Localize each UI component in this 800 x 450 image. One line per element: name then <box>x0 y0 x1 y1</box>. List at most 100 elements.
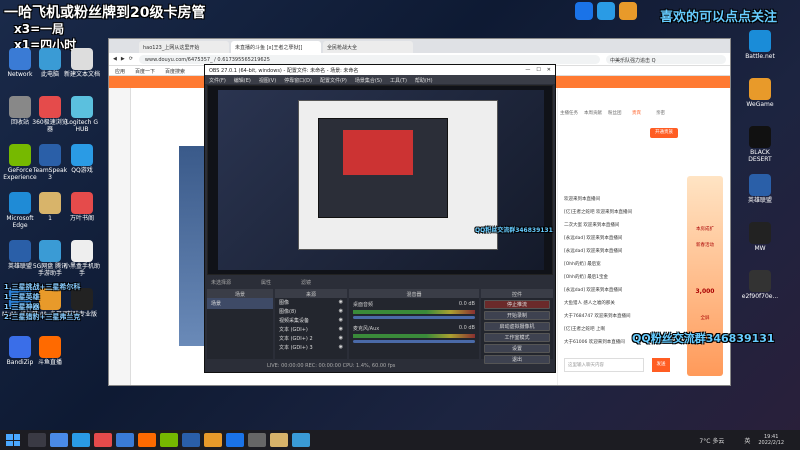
weather-status[interactable]: 7°C 多云 <box>699 436 724 445</box>
taskbar-app-icon[interactable] <box>28 433 46 447</box>
desktop-icon[interactable]: Logitech G HUB <box>62 96 102 133</box>
app-icon <box>749 222 771 244</box>
taskbar-app-icon[interactable] <box>50 433 68 447</box>
maximize-icon[interactable]: ☐ <box>536 67 540 73</box>
desktop-icon[interactable]: 英雄联盟 <box>740 174 780 205</box>
forward-icon[interactable]: ▶ <box>121 56 125 62</box>
app-icon <box>9 240 31 262</box>
ad-banner[interactable]: 本房成扩 新春活动 3,000 全屏 <box>687 176 723 376</box>
volume-slider[interactable] <box>353 316 475 319</box>
url-input[interactable]: www.douyu.com/6475357_ / 0.6173955652196… <box>138 54 600 64</box>
eye-icon[interactable]: ◉ <box>339 317 343 324</box>
browser-tab[interactable]: 全民枪战大全 <box>323 41 413 53</box>
app-icon <box>9 192 31 214</box>
app-icon <box>71 96 93 118</box>
menu-item[interactable]: 视图(V) <box>259 77 276 84</box>
desktop-icon-label: QQ游戏 <box>71 167 93 174</box>
eye-icon[interactable]: ◉ <box>339 344 343 351</box>
menu-item[interactable]: 文件(F) <box>209 77 226 84</box>
start-icon[interactable] <box>6 434 20 446</box>
overlay-qq-right: QQ粉丝交流群346839131 <box>632 332 775 345</box>
volume-meter <box>353 310 475 314</box>
back-icon[interactable]: ◀ <box>113 56 117 62</box>
menu-item[interactable]: 配置文件(P) <box>320 77 347 84</box>
volume-slider[interactable] <box>353 340 475 343</box>
reload-icon[interactable]: ⟳ <box>129 56 133 62</box>
taskbar-app-icon[interactable] <box>94 433 112 447</box>
desktop-icon[interactable]: QQ游戏 <box>62 144 102 175</box>
source-item[interactable]: 文本 (GDI+) ◉ <box>275 325 347 334</box>
browser-tab[interactable]: hao123_上网从这里开始 <box>139 41 229 53</box>
eye-icon[interactable]: ◉ <box>339 335 343 342</box>
desktop-icon[interactable]: Battle.net <box>740 30 780 61</box>
right-tab[interactable]: 亲密 <box>656 110 678 116</box>
rule-line: 1.三星挑战+三星希尔科 <box>4 283 81 291</box>
source-label: 图像 <box>279 300 290 306</box>
app-icon[interactable] <box>619 2 637 20</box>
desktop-icon[interactable]: MW <box>740 222 780 253</box>
control-button[interactable]: 设置 <box>484 344 550 353</box>
desktop-icon[interactable]: BLACK DESERT <box>740 126 780 163</box>
source-item[interactable]: 图像(8) ◉ <box>275 307 347 316</box>
scene-item[interactable]: 场景 <box>207 298 273 309</box>
taskbar-app-icon[interactable] <box>270 433 288 447</box>
taskbar-app-icon[interactable] <box>226 433 244 447</box>
menu-item[interactable]: 工具(T) <box>390 77 407 84</box>
menu-item[interactable]: 场景集合(S) <box>355 77 382 84</box>
taskbar-app-icon[interactable] <box>116 433 134 447</box>
app-icon[interactable] <box>597 2 615 20</box>
chat-input[interactable]: 这里输入聊天内容 <box>564 358 644 372</box>
eye-icon[interactable]: ◉ <box>339 326 343 333</box>
taskbar-app-icon[interactable] <box>204 433 222 447</box>
desktop-icon[interactable]: 新建文本文档 <box>62 48 102 79</box>
source-item[interactable]: 文本 (GDI+) 2 ◉ <box>275 334 347 343</box>
taskbar-app-icon[interactable] <box>248 433 266 447</box>
browser-tab-active[interactable]: 未直播的斗鱼 [x]王者之孽狱[] <box>231 41 321 53</box>
open-noble-button[interactable]: 开通贵族 <box>650 128 678 138</box>
rules-overlay: 1.三星挑战+三星希尔科 1.三星英雄 1.三星神器 2.三星猎豹+三星弗兰克 <box>4 282 114 322</box>
left-sidebar <box>109 88 131 385</box>
bookmark-item[interactable]: 应用 <box>115 68 125 75</box>
menu-item[interactable]: 编辑(E) <box>234 77 251 84</box>
eye-icon[interactable]: ◉ <box>339 299 343 306</box>
desktop-icon[interactable]: 斗鱼直播 <box>30 336 70 367</box>
chat-message: [亿]王者之蛇吧 欢迎来到本直播间 <box>564 210 632 215</box>
control-button[interactable]: 开始录制 <box>484 311 550 320</box>
taskbar-app-icon[interactable] <box>182 433 200 447</box>
taskbar-app-icon[interactable] <box>138 433 156 447</box>
properties-button[interactable]: 属性 <box>261 279 271 286</box>
desktop-icon[interactable]: 小黑盒手机助手 <box>62 240 102 277</box>
taskbar-app-icon[interactable] <box>160 433 178 447</box>
mixer-list: 桌面音频 0.0 dB 麦克风/Aux 0.0 dB <box>349 298 479 346</box>
menu-item[interactable]: 停靠窗口(D) <box>284 77 312 84</box>
desktop-icon[interactable]: e2f90f70e... <box>740 270 780 301</box>
clock[interactable]: 19:41 2022/2/12 <box>758 434 784 446</box>
desktop-icon-label: BLACK DESERT <box>748 149 772 163</box>
minimize-icon[interactable]: — <box>525 67 530 73</box>
app-icon[interactable] <box>575 2 593 20</box>
right-tab[interactable]: 主播任务 <box>560 110 582 116</box>
send-button[interactable]: 发送 <box>652 358 670 372</box>
bookmark-item[interactable]: 百度搜索 <box>165 68 185 75</box>
right-tab[interactable]: 粉丝团 <box>608 110 630 116</box>
control-button[interactable]: 启动虚拟摄像机 <box>484 322 550 331</box>
taskbar-app-icon[interactable] <box>292 433 310 447</box>
desktop-icon[interactable]: 万叶书阁 <box>62 192 102 223</box>
eye-icon[interactable]: ◉ <box>339 308 343 315</box>
input-language[interactable]: 英 <box>744 436 750 445</box>
control-button[interactable]: 工作室模式 <box>484 333 550 342</box>
desktop-icon-label: e2f90f70e... <box>741 293 779 300</box>
right-tab[interactable]: 贵宾 <box>632 110 654 116</box>
menu-item[interactable]: 帮助(H) <box>415 77 433 84</box>
close-icon[interactable]: ✕ <box>547 67 551 73</box>
control-button[interactable]: 停止推流 <box>484 300 550 309</box>
source-item[interactable]: 文本 (GDI+) 3 ◉ <box>275 343 347 352</box>
right-tab[interactable]: 本周贡献 <box>584 110 606 116</box>
taskbar-app-icon[interactable] <box>72 433 90 447</box>
source-item[interactable]: 图像 ◉ <box>275 298 347 307</box>
bookmark-item[interactable]: 百度一下 <box>135 68 155 75</box>
desktop-icon[interactable]: WeGame <box>740 78 780 109</box>
source-item[interactable]: 视频采集设备 ◉ <box>275 316 347 325</box>
search-box[interactable]: 中美乐队强力追击 Q <box>606 54 726 64</box>
filters-button[interactable]: 滤镜 <box>301 279 311 286</box>
